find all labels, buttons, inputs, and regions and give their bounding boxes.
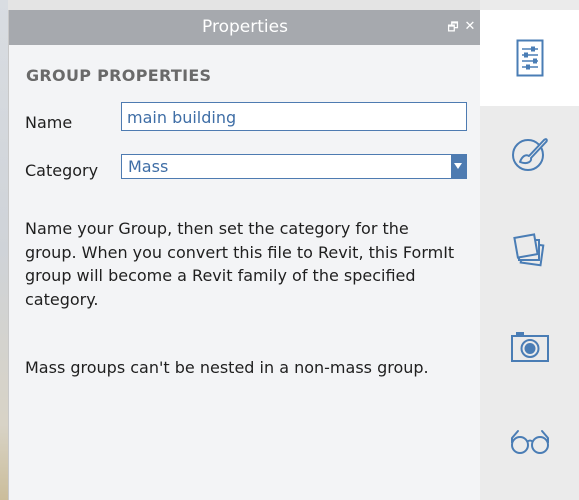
tool-button-layers[interactable] (480, 202, 579, 298)
panel-titlebar[interactable]: Properties 🗗 ✕ (9, 10, 481, 45)
panel-title: Properties (202, 17, 288, 37)
help-description: Name your Group, then set the category f… (25, 219, 455, 309)
app-root: Properties 🗗 ✕ GROUP PROPERTIES Name Cat… (0, 0, 579, 500)
paint-palette-icon (511, 138, 548, 171)
tool-button-scenes[interactable] (480, 298, 579, 394)
tool-button-properties[interactable] (480, 10, 579, 106)
chevron-down-icon[interactable] (451, 155, 466, 178)
glasses-icon (510, 430, 549, 454)
tool-button-visual-styles[interactable] (480, 394, 579, 490)
camera-icon (510, 332, 549, 362)
layers-stack-icon (512, 233, 544, 267)
category-selected-value: Mass (128, 157, 169, 176)
tool-button-materials[interactable] (480, 106, 579, 202)
group-name-input[interactable] (121, 102, 467, 131)
category-label: Category (25, 161, 99, 180)
properties-list-icon (516, 39, 543, 77)
nesting-note: Mass groups can't be nested in a non-mas… (25, 358, 429, 377)
restore-window-icon[interactable]: 🗗 (446, 20, 460, 34)
tool-sidebar (480, 0, 579, 500)
background-viewport-edge (0, 0, 8, 500)
close-panel-icon[interactable]: ✕ (463, 20, 477, 34)
section-heading: GROUP PROPERTIES (26, 66, 212, 85)
name-label: Name (25, 113, 73, 132)
category-dropdown[interactable]: Mass (121, 154, 467, 179)
properties-panel: Properties 🗗 ✕ GROUP PROPERTIES Name Cat… (8, 10, 481, 500)
